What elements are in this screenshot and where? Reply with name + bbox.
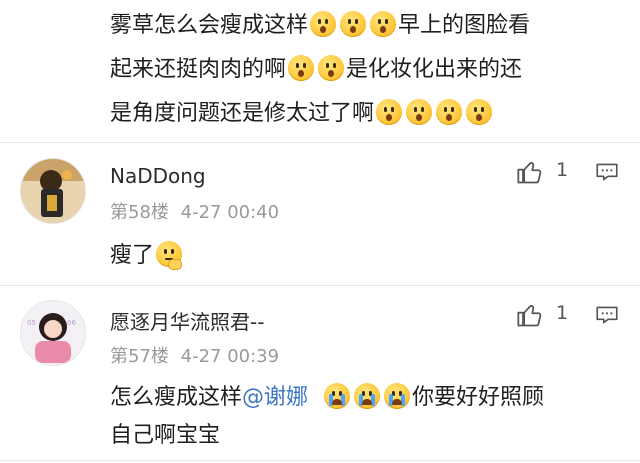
svg-text:06: 06 [67, 319, 76, 327]
divider [0, 142, 640, 143]
reply-button[interactable] [594, 302, 620, 328]
shocked-face-emoji-icon [340, 11, 367, 37]
comment-time: 4-27 00:40 [180, 202, 280, 223]
shocked-face-emoji-icon [376, 99, 403, 125]
like-count: 1 [556, 159, 569, 181]
shocked-face-emoji-icon [318, 55, 345, 81]
avatar[interactable] [20, 158, 86, 224]
crying-face-emoji-icon [384, 383, 411, 409]
top-comment-text: 雾草怎么会瘦成这样 早上的图脸看 起来还挺肉肉的啊 是化妆化出来的还 是角度问题还是… [110, 8, 630, 132]
thumbs-up-icon [517, 162, 542, 184]
avatar[interactable]: 05 06 [20, 300, 86, 366]
top-comment-line3: 是角度问题还是修太过了啊 [110, 96, 630, 132]
shocked-face-emoji-icon [466, 99, 493, 125]
comment-meta: 第57楼 4-27 00:39 [110, 342, 279, 368]
divider [0, 460, 640, 461]
floor-number: 第58楼 [110, 202, 169, 223]
comment-text-line1: 怎么瘦成这样@谢娜 你要好好照顾 [110, 383, 545, 410]
avatar-image [21, 159, 85, 223]
crying-face-emoji-icon [324, 383, 351, 409]
comment-icon [596, 306, 618, 324]
like-button[interactable]: 1 [516, 300, 578, 330]
like-count: 1 [556, 302, 569, 324]
comment-text: 怎么瘦成这样@谢娜 你要好好照顾 自己啊宝宝 [110, 380, 630, 454]
crying-face-emoji-icon [354, 383, 381, 409]
avatar-image: 05 06 [21, 301, 85, 365]
top-comment-line1: 雾草怎么会瘦成这样 早上的图脸看 [110, 11, 531, 38]
thumbs-up-icon [517, 305, 542, 327]
top-comment-line2: 起来还挺肉肉的啊 是化妆化出来的还 [110, 55, 523, 82]
shocked-face-emoji-icon [436, 99, 463, 125]
shocked-face-emoji-icon [288, 55, 315, 81]
like-button[interactable]: 1 [516, 157, 578, 187]
thinking-face-emoji-icon [156, 241, 183, 270]
comment-text-line2: 自己啊宝宝 [110, 423, 221, 448]
shocked-face-emoji-icon [310, 11, 337, 37]
comment-username[interactable]: 愿逐月华流照君-- [110, 306, 264, 335]
comment-text: 瘦了 [110, 238, 184, 274]
comment-username[interactable]: NaDDong [110, 164, 206, 188]
comment-icon [596, 163, 618, 181]
shocked-face-emoji-icon [370, 11, 397, 37]
floor-number: 第57楼 [110, 346, 169, 367]
divider [0, 285, 640, 286]
mention-link[interactable]: @谢娜 [242, 385, 308, 410]
shocked-face-emoji-icon [406, 99, 433, 125]
svg-text:05: 05 [27, 319, 36, 327]
comment-meta: 第58楼 4-27 00:40 [110, 198, 279, 224]
reply-button[interactable] [594, 159, 620, 185]
comment-time: 4-27 00:39 [180, 346, 280, 367]
